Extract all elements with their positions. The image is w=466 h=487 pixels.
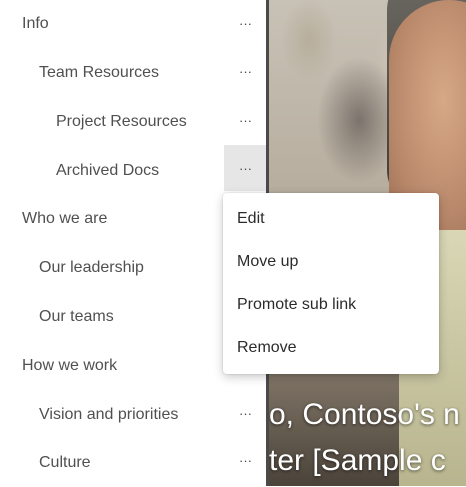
nav-item-label: Archived Docs [56, 161, 160, 179]
more-options-button-archived-docs[interactable]: ··· [224, 145, 267, 191]
nav-item-label: Project Resources [56, 112, 187, 130]
nav-item-label: Our leadership [39, 258, 144, 276]
more-options-button-team-resources[interactable]: ··· [224, 48, 267, 94]
menu-item-remove[interactable]: Remove [223, 326, 439, 369]
nav-item-label: Who we are [22, 209, 108, 227]
more-options-button-project-resources[interactable]: ··· [224, 97, 267, 143]
more-options-button-vision-and-priorities[interactable]: ··· [224, 390, 267, 436]
menu-item-promote-sub-link[interactable]: Promote sub link [223, 283, 439, 326]
nav-item-label: Team Resources [39, 63, 160, 81]
menu-item-move-up[interactable]: Move up [223, 240, 439, 283]
menu-item-edit[interactable]: Edit [223, 197, 439, 240]
more-options-button-info[interactable]: ··· [224, 0, 267, 46]
nav-item-label: Vision and priorities [39, 405, 179, 423]
nav-item-label: Our teams [39, 307, 114, 325]
nav-item-label: Culture [39, 453, 91, 471]
nav-item-label: Info [22, 14, 49, 32]
hero-title-line1: o, Contoso's n [269, 398, 460, 431]
nav-item-label: How we work [22, 356, 118, 374]
hero-title-line2: ter [Sample c [269, 444, 446, 477]
more-options-button-culture[interactable]: ··· [224, 437, 267, 483]
context-menu: Edit Move up Promote sub link Remove [223, 193, 439, 374]
